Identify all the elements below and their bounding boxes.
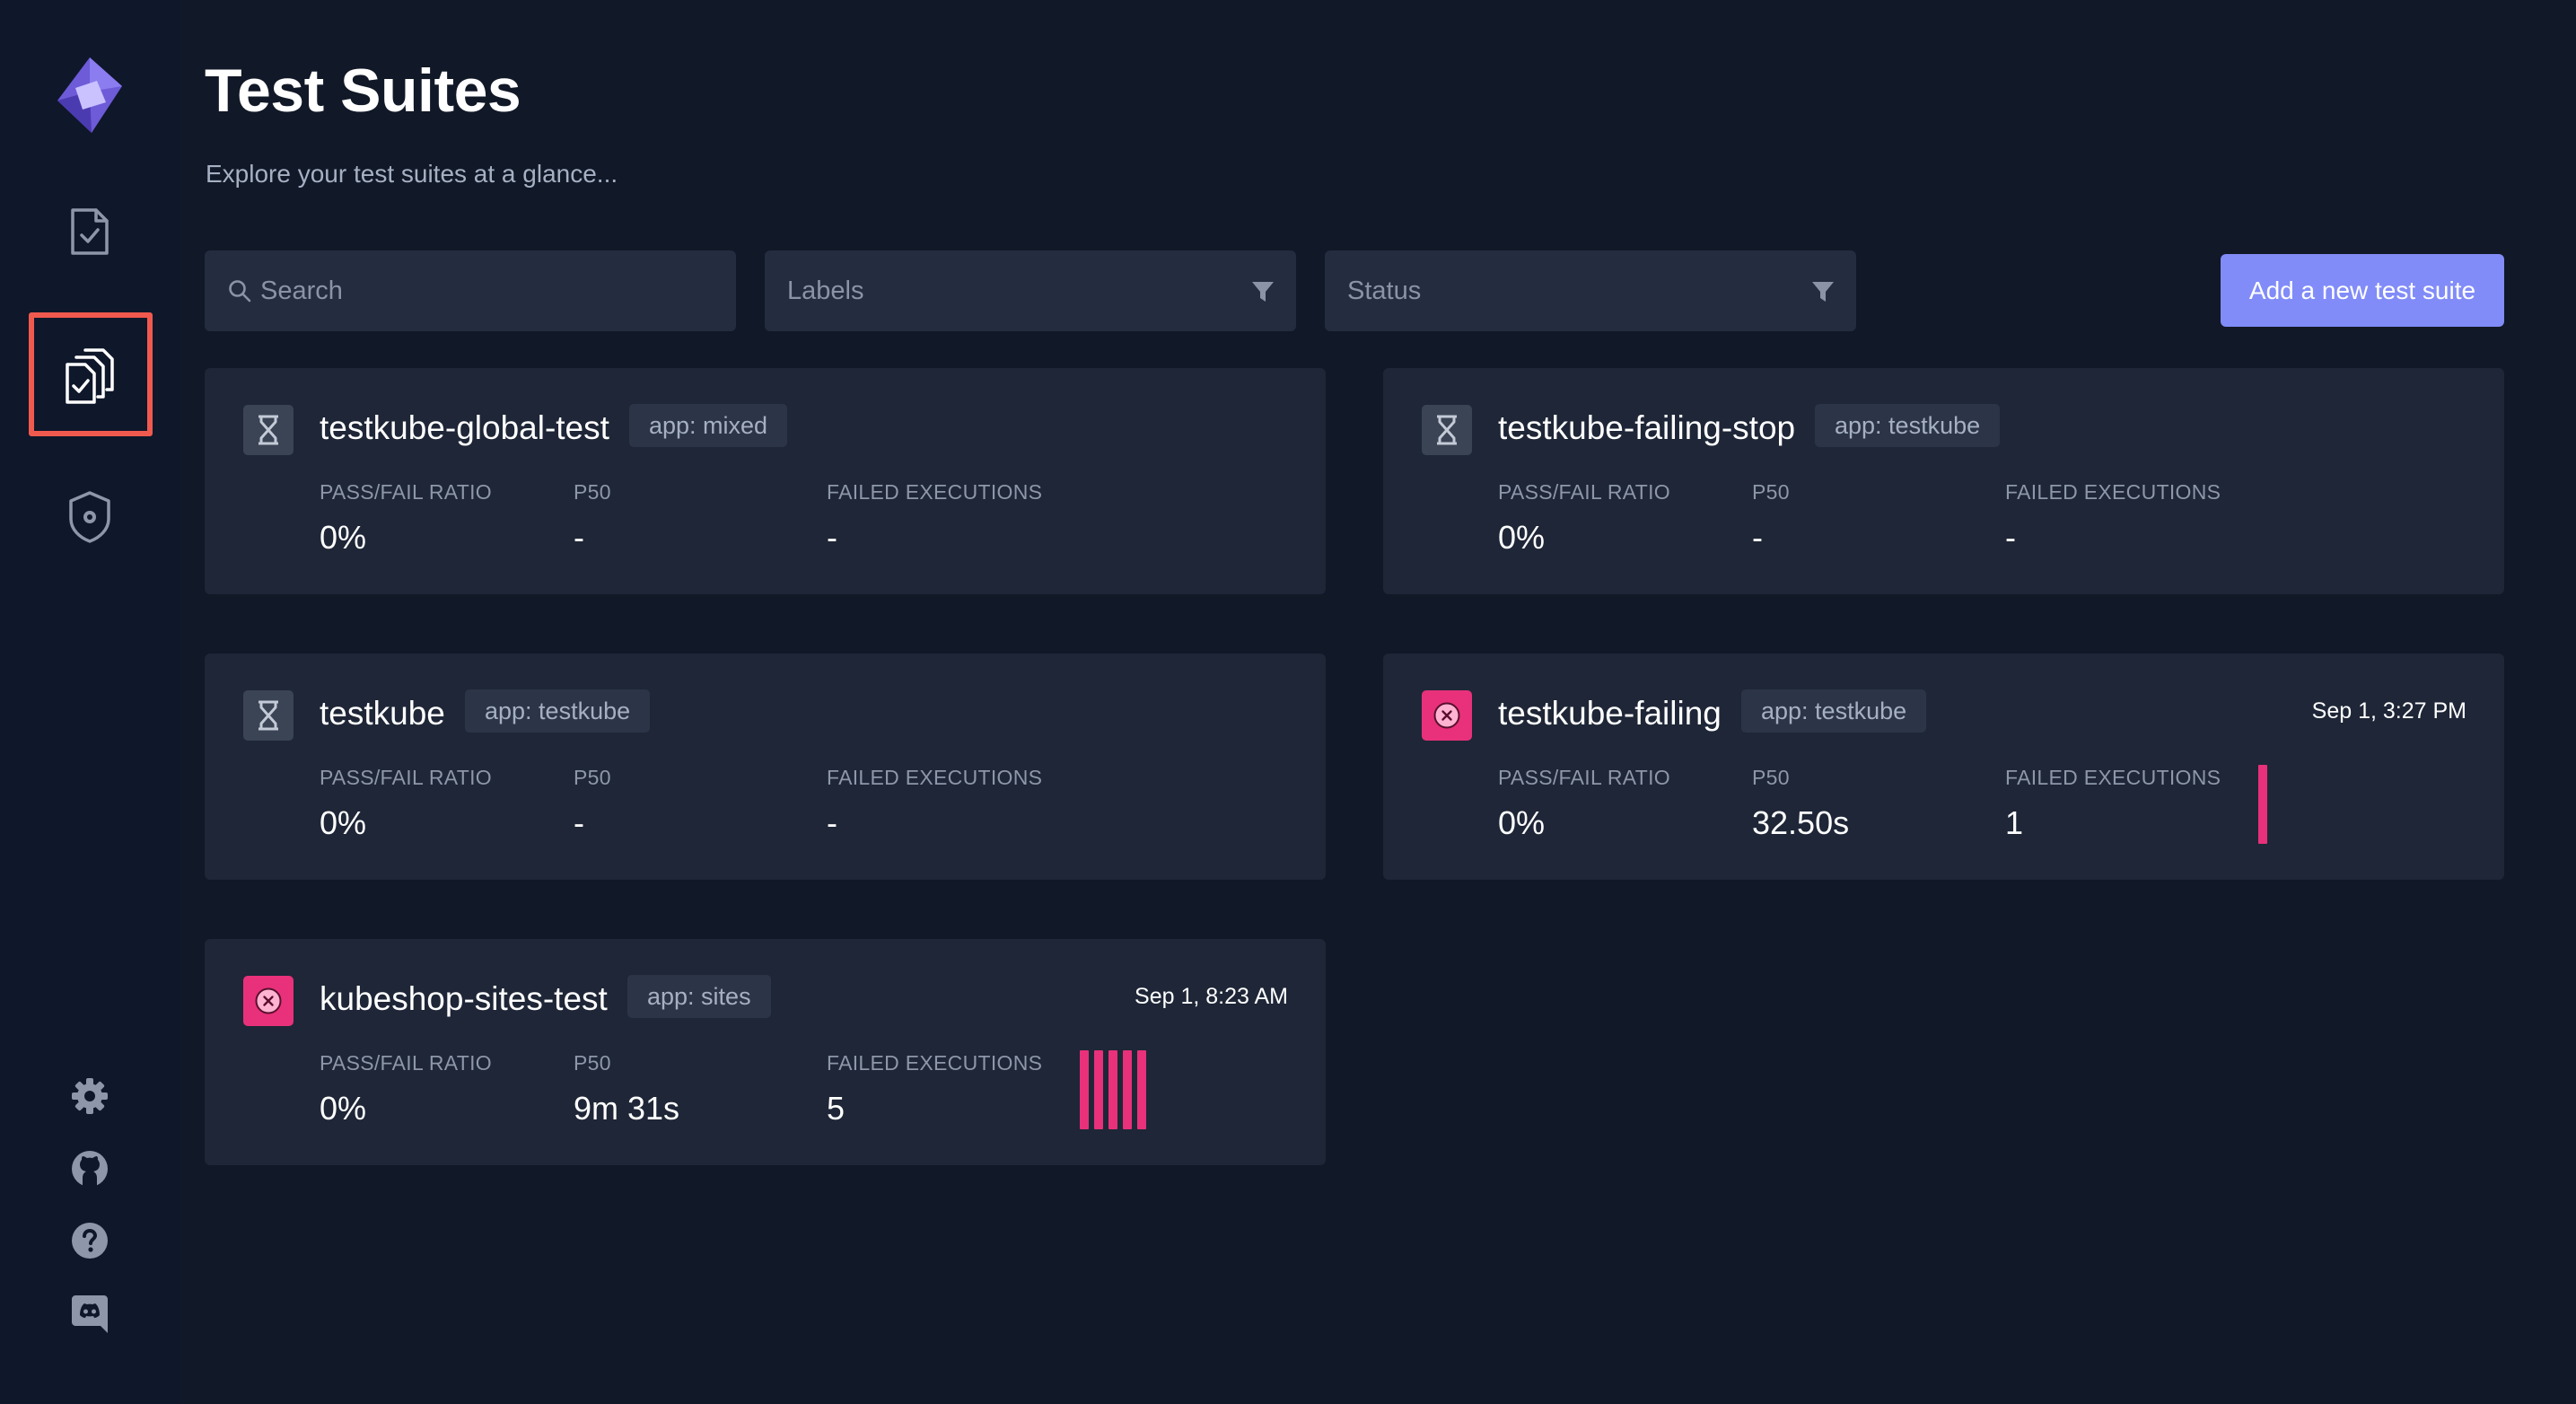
test-suite-card[interactable]: testkube app: testkube PASS/FAIL RATIO P50 F… bbox=[205, 654, 1326, 880]
failed-status-icon bbox=[1422, 690, 1472, 741]
suite-name[interactable]: testkube bbox=[320, 695, 445, 733]
p50-label: P50 bbox=[574, 480, 611, 504]
labels-filter[interactable]: Labels bbox=[765, 250, 1296, 331]
pass-fail-ratio-value: 0% bbox=[320, 804, 367, 841]
search-icon bbox=[228, 279, 251, 303]
failed-execution-bar[interactable] bbox=[2258, 765, 2267, 844]
failed-executions-value: - bbox=[2005, 519, 2016, 556]
p50-label: P50 bbox=[1752, 766, 1790, 789]
pending-status-icon bbox=[243, 405, 294, 455]
status-filter[interactable]: Status bbox=[1325, 250, 1856, 331]
pass-fail-ratio-label: PASS/FAIL RATIO bbox=[1498, 480, 1670, 504]
test-suite-card[interactable]: kubeshop-sites-test app: sites Sep 1, 8:23… bbox=[205, 939, 1326, 1165]
test-suite-card[interactable]: testkube-failing app: testkube Sep 1, 3:27… bbox=[1383, 654, 2504, 880]
pass-fail-ratio-value: 0% bbox=[1498, 519, 1546, 556]
pass-fail-ratio-label: PASS/FAIL RATIO bbox=[320, 1051, 492, 1075]
sidebar bbox=[0, 0, 180, 1404]
failed-execution-bar[interactable] bbox=[1080, 1050, 1089, 1129]
search-placeholder: Search bbox=[260, 276, 343, 305]
executions-chart bbox=[1080, 1050, 1146, 1129]
failed-status-icon bbox=[243, 976, 294, 1026]
label-badge[interactable]: app: testkube bbox=[1815, 404, 2001, 447]
pass-fail-ratio-label: PASS/FAIL RATIO bbox=[320, 480, 492, 504]
failed-executions-value: - bbox=[827, 804, 837, 841]
pass-fail-ratio-value: 0% bbox=[320, 519, 367, 556]
failed-executions-value: 1 bbox=[2005, 804, 2024, 841]
failed-executions-label: FAILED EXECUTIONS bbox=[827, 480, 1043, 504]
add-test-suite-button[interactable]: Add a new test suite bbox=[2221, 254, 2504, 327]
page-subtitle: Explore your test suites at a glance... bbox=[206, 160, 618, 188]
github-icon[interactable] bbox=[71, 1150, 109, 1188]
label-badge[interactable]: app: testkube bbox=[1741, 689, 1927, 733]
help-icon[interactable] bbox=[71, 1222, 109, 1259]
tests-icon[interactable] bbox=[69, 206, 110, 257]
discord-icon[interactable] bbox=[72, 1294, 108, 1333]
failed-executions-label: FAILED EXECUTIONS bbox=[827, 766, 1043, 789]
suite-name[interactable]: testkube-global-test bbox=[320, 409, 609, 447]
search-input[interactable]: Search bbox=[205, 250, 736, 331]
pending-status-icon bbox=[1422, 405, 1472, 455]
failed-executions-label: FAILED EXECUTIONS bbox=[827, 1051, 1043, 1075]
filter-icon bbox=[1811, 280, 1835, 310]
suite-name[interactable]: testkube-failing-stop bbox=[1498, 409, 1795, 447]
p50-value: 32.50s bbox=[1752, 804, 1850, 841]
p50-value: - bbox=[1752, 519, 1763, 556]
failed-executions-label: FAILED EXECUTIONS bbox=[2005, 480, 2221, 504]
test-suite-card[interactable]: testkube-failing-stop app: testkube PASS/F… bbox=[1383, 368, 2504, 594]
test-suite-card[interactable]: testkube-global-test app: mixed PASS/FAIL … bbox=[205, 368, 1326, 594]
executions-chart bbox=[2258, 765, 2267, 844]
failed-execution-bar[interactable] bbox=[1094, 1050, 1103, 1129]
filter-icon bbox=[1251, 280, 1275, 310]
p50-label: P50 bbox=[574, 1051, 611, 1075]
label-badge[interactable]: app: testkube bbox=[465, 689, 651, 733]
executors-icon[interactable] bbox=[67, 490, 112, 544]
failed-executions-value: 5 bbox=[827, 1090, 846, 1127]
last-execution-date: Sep 1, 8:23 AM bbox=[1135, 984, 1288, 1009]
suite-name[interactable]: testkube-failing bbox=[1498, 695, 1722, 733]
suite-name[interactable]: kubeshop-sites-test bbox=[320, 980, 608, 1018]
failed-executions-value: - bbox=[827, 519, 837, 556]
page-title: Test Suites bbox=[205, 57, 521, 125]
failed-execution-bar[interactable] bbox=[1137, 1050, 1146, 1129]
p50-value: 9m 31s bbox=[574, 1090, 680, 1127]
status-placeholder: Status bbox=[1347, 276, 1422, 305]
label-badge[interactable]: app: sites bbox=[627, 975, 771, 1018]
logo-icon[interactable] bbox=[56, 56, 124, 135]
active-item-highlight bbox=[29, 312, 153, 436]
pass-fail-ratio-label: PASS/FAIL RATIO bbox=[320, 766, 492, 789]
failed-execution-bar[interactable] bbox=[1123, 1050, 1132, 1129]
pass-fail-ratio-label: PASS/FAIL RATIO bbox=[1498, 766, 1670, 789]
p50-label: P50 bbox=[1752, 480, 1790, 504]
labels-placeholder: Labels bbox=[787, 276, 864, 305]
p50-value: - bbox=[574, 804, 584, 841]
p50-value: - bbox=[574, 519, 584, 556]
label-badge[interactable]: app: mixed bbox=[629, 404, 788, 447]
pass-fail-ratio-value: 0% bbox=[320, 1090, 367, 1127]
settings-icon[interactable] bbox=[70, 1076, 110, 1116]
pending-status-icon bbox=[243, 690, 294, 741]
failed-execution-bar[interactable] bbox=[1108, 1050, 1117, 1129]
pass-fail-ratio-value: 0% bbox=[1498, 804, 1546, 841]
last-execution-date: Sep 1, 3:27 PM bbox=[2311, 698, 2466, 724]
p50-label: P50 bbox=[574, 766, 611, 789]
failed-executions-label: FAILED EXECUTIONS bbox=[2005, 766, 2221, 789]
